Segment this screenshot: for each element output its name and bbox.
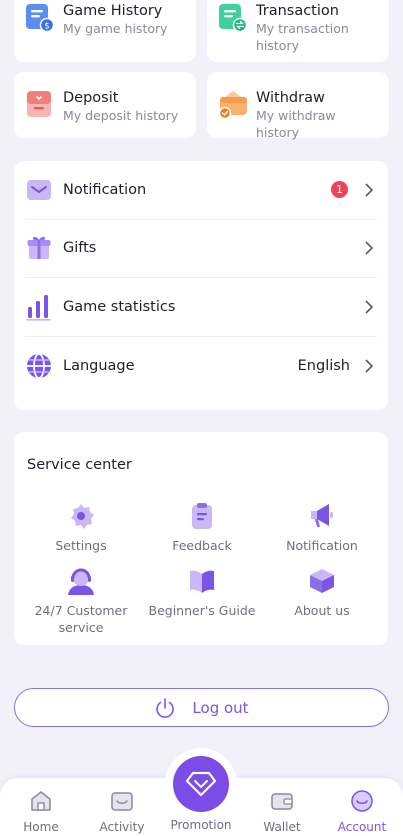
account-page: $ Game History My game history Transacti… [0, 0, 403, 836]
service-center: Service center Settings Feedback Notific… [14, 432, 388, 645]
nav-promotion-label: Promotion [170, 818, 232, 832]
support-agent-icon [65, 565, 97, 597]
account-menu: Notification 1 Gifts Game statistics Lan… [14, 161, 388, 410]
withdraw-subtitle: My withdraw history [256, 108, 336, 140]
nav-wallet-label: Wallet [263, 820, 301, 834]
megaphone-icon [306, 500, 338, 532]
beginners-guide-label: Beginner's Guide [148, 603, 256, 618]
chevron-right-icon [365, 359, 374, 373]
svg-text:$: $ [44, 22, 50, 32]
about-us-label: About us [294, 603, 350, 618]
game-history-subtitle: My game history [63, 21, 168, 36]
notification-service-label: Notification [286, 538, 358, 553]
deposit-history-card[interactable]: Deposit My deposit history [14, 72, 196, 138]
nav-account[interactable]: Account [327, 788, 397, 834]
gifts-label: Gifts [63, 240, 97, 257]
language-label: Language [63, 357, 135, 374]
game-history-icon: $ [24, 2, 55, 33]
book-icon [186, 565, 218, 597]
logout-label: Log out [192, 698, 249, 717]
transaction-history-title: Transaction [256, 3, 339, 19]
nav-activity[interactable]: Activity [87, 788, 157, 834]
nav-activity-label: Activity [99, 820, 145, 834]
menu-item-game-statistics[interactable]: Game statistics [25, 278, 377, 337]
nav-account-label: Account [337, 820, 387, 834]
service-settings[interactable]: Settings [21, 500, 141, 554]
service-notification[interactable]: Notification [262, 500, 382, 554]
settings-label: Settings [55, 538, 107, 553]
menu-item-language[interactable]: Language English [25, 337, 377, 396]
menu-item-notification[interactable]: Notification 1 [25, 161, 377, 220]
notification-label: Notification [63, 181, 147, 198]
game-statistics-label: Game statistics [63, 298, 176, 315]
promotion-button[interactable] [173, 756, 229, 812]
diamond-icon [186, 771, 216, 797]
nav-home[interactable]: Home [6, 788, 76, 834]
customer-service-label-line2: service [58, 620, 104, 635]
activity-icon [109, 788, 135, 814]
home-icon [28, 788, 54, 814]
service-beginners-guide[interactable]: Beginner's Guide [142, 565, 262, 619]
bar-chart-icon [25, 293, 53, 321]
transaction-history-card[interactable]: Transaction My transaction history [207, 0, 389, 62]
language-value: English [297, 357, 350, 374]
transaction-history-subtitle-line1: My transaction [256, 21, 349, 36]
deposit-title: Deposit [63, 90, 119, 106]
gift-icon [25, 234, 53, 262]
deposit-icon [24, 89, 54, 119]
logout-button[interactable]: Log out [14, 688, 389, 727]
wallet-icon [269, 788, 295, 814]
customer-service-label-line1: 24/7 Customer [34, 603, 128, 618]
notification-badge: 1 [331, 181, 348, 199]
withdraw-icon [217, 89, 247, 120]
nav-promotion[interactable] [165, 748, 237, 820]
chevron-right-icon [365, 183, 374, 197]
menu-item-gifts[interactable]: Gifts [25, 220, 377, 278]
nav-home-label: Home [23, 820, 59, 834]
service-about-us[interactable]: About us [262, 565, 382, 619]
service-customer-support[interactable]: 24/7 Customer service [21, 565, 141, 636]
withdraw-history-card[interactable]: Withdraw My withdraw history [207, 72, 389, 140]
transaction-history-subtitle-line2: history [256, 38, 299, 53]
service-feedback[interactable]: Feedback [142, 500, 262, 554]
nav-wallet[interactable]: Wallet [247, 788, 317, 834]
feedback-label: Feedback [172, 538, 232, 553]
transaction-history-icon [217, 2, 248, 33]
deposit-subtitle: My deposit history [63, 108, 179, 123]
power-icon [156, 697, 175, 718]
chevron-right-icon [365, 300, 374, 314]
service-center-title: Service center [27, 457, 132, 473]
withdraw-title: Withdraw [256, 90, 325, 106]
gear-icon [65, 500, 97, 532]
globe-icon [25, 352, 53, 380]
clipboard-icon [186, 500, 218, 532]
game-history-title: Game History [63, 3, 163, 19]
account-icon [349, 788, 375, 814]
envelope-icon [25, 176, 53, 204]
cube-icon [306, 565, 338, 597]
chevron-right-icon [365, 241, 374, 255]
game-history-card[interactable]: $ Game History My game history [14, 0, 196, 62]
